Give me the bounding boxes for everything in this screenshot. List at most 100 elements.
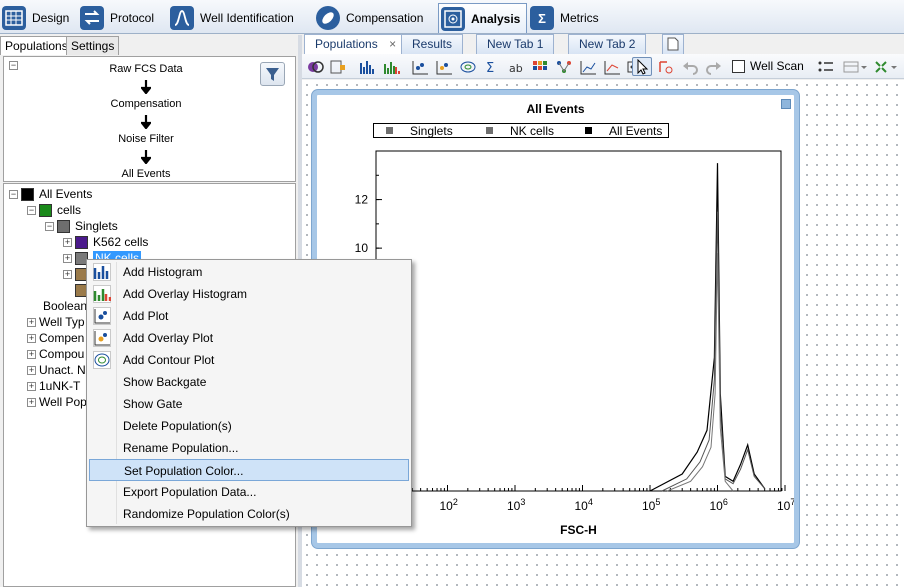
contour-plot-icon[interactable] (458, 57, 478, 76)
ribbon-tab-metrics[interactable]: Σ Metrics (528, 3, 605, 33)
tree-item-1unk-t[interactable]: + 1uNK-T (27, 378, 80, 394)
gate-grid-icon[interactable] (328, 57, 348, 76)
undo-icon[interactable] (680, 57, 700, 76)
tab-settings[interactable]: Settings (66, 36, 120, 55)
new-tab-button[interactable] (662, 34, 684, 54)
menu-item-label: Show Gate (123, 397, 183, 411)
tree-item-label: 1uNK-T (39, 379, 81, 393)
expand-icon[interactable]: + (63, 237, 72, 247)
doc-tab-new-tab-1[interactable]: New Tab 1 (476, 34, 555, 54)
menu-item-delete-population-s[interactable]: Delete Population(s) (89, 415, 409, 437)
expand-icon[interactable]: + (27, 397, 36, 407)
statistics-icon[interactable]: Σ (482, 57, 502, 76)
doc-tab-populations[interactable]: Populations × (304, 34, 408, 54)
gate-tool-icon[interactable] (656, 57, 676, 76)
well-scan-checkbox[interactable] (732, 60, 745, 73)
tree-item-well-pop[interactable]: + Well Pop (27, 394, 87, 410)
kinetics-icon[interactable] (602, 57, 622, 76)
tree-item-compound[interactable]: + Compou (27, 346, 84, 362)
doc-tab-new-tab-2[interactable]: New Tab 2 (568, 34, 647, 54)
tree-item-unact[interactable]: + Unact. N (27, 362, 86, 378)
flow-step-raw[interactable]: Raw FCS Data (86, 63, 206, 75)
layout-dropdown-icon[interactable] (842, 57, 868, 76)
ribbon-tab-well-identification[interactable]: Well Identification (168, 3, 300, 33)
menu-item-add-overlay-plot[interactable]: Add Overlay Plot (89, 327, 409, 349)
ribbon-tab-analysis[interactable]: Analysis (438, 3, 528, 33)
menu-item-export-population-data[interactable]: Export Population Data... (89, 481, 409, 503)
pipeline-panel: − Raw FCS Data Compensation Noise Filter… (3, 56, 296, 182)
menu-item-show-backgate[interactable]: Show Backgate (89, 371, 409, 393)
x-tick-label: 106 (710, 497, 728, 513)
collapse-icon[interactable]: − (27, 205, 36, 215)
left-panel-tabs: Populations Settings (0, 35, 300, 55)
tree-item-well-type[interactable]: + Well Typ (27, 314, 85, 330)
context-menu: Add Histogram Add Overlay Histogram Add Pl… (86, 259, 412, 527)
menu-item-rename-population[interactable]: Rename Population... (89, 437, 409, 459)
pointer-tool[interactable] (632, 57, 652, 76)
expand-icon[interactable]: + (27, 333, 36, 343)
close-icon[interactable]: × (389, 37, 396, 51)
ribbon-tab-design[interactable]: Design (0, 3, 75, 33)
heatmap-icon[interactable] (530, 57, 550, 76)
menu-item-add-plot[interactable]: Add Plot (89, 305, 409, 327)
tree-item-k562-cells[interactable]: + K562 cells (63, 234, 148, 250)
ribbon-tab-protocol[interactable]: Protocol (78, 3, 160, 33)
metrics-icon: Σ (530, 6, 554, 30)
tree-item-boolean[interactable]: Boolean (31, 298, 87, 314)
tab-populations[interactable]: Populations (0, 36, 73, 55)
tree-item-singlets[interactable]: − Singlets (45, 218, 118, 234)
flow-step-noise-filter[interactable]: Noise Filter (86, 133, 206, 145)
tree-item-label: Singlets (75, 219, 118, 233)
list-options-icon[interactable] (816, 57, 836, 76)
tree-item-label: Boolean (43, 299, 88, 313)
expand-icon[interactable]: + (63, 269, 72, 279)
collapse-icon[interactable]: − (9, 61, 18, 70)
expand-icon[interactable]: + (27, 349, 36, 359)
menu-item-add-contour-plot[interactable]: Add Contour Plot (89, 349, 409, 371)
menu-item-show-gate[interactable]: Show Gate (89, 393, 409, 415)
plot-area (375, 150, 782, 492)
flow-step-all-events[interactable]: All Events (86, 168, 206, 180)
collapse-icon[interactable]: − (45, 221, 54, 231)
overlay-gate-icon[interactable] (306, 57, 326, 76)
network-icon[interactable] (554, 57, 574, 76)
scatter-icon[interactable] (578, 57, 598, 76)
legend-label-all-events: All Events (609, 124, 663, 138)
expand-icon[interactable]: + (27, 317, 36, 327)
filter-button[interactable] (260, 62, 285, 86)
expand-all-icon[interactable] (872, 57, 898, 76)
menu-item-label: Add Plot (123, 309, 169, 323)
collapse-icon[interactable]: − (9, 189, 18, 199)
tree-item-cells[interactable]: − cells (27, 202, 81, 218)
tree-item-label: cells (57, 203, 82, 217)
tree-item-compensation[interactable]: + Compen (27, 330, 84, 346)
histogram-icon[interactable] (358, 57, 378, 76)
tree-item-label: Well Typ (39, 315, 85, 329)
flow-step-compensation[interactable]: Compensation (86, 98, 206, 110)
well-scan-label: Well Scan (750, 59, 804, 73)
overlay-histogram-icon[interactable] (382, 57, 402, 76)
expand-icon[interactable]: + (63, 253, 72, 263)
menu-item-randomize-population-color-s[interactable]: Randomize Population Color(s) (89, 503, 409, 525)
menu-item-set-population-color[interactable]: Set Population Color... (89, 459, 409, 481)
redo-icon[interactable] (704, 57, 724, 76)
ribbon-tab-compensation[interactable]: Compensation (314, 3, 429, 33)
doc-tab-label: Populations (315, 37, 378, 51)
filter-funnel-icon (266, 68, 279, 81)
histogram-icon (93, 263, 111, 281)
tree-item-all-events[interactable]: − All Events (9, 186, 92, 202)
plot-legend: Singlets NK cells All Events (373, 123, 669, 138)
menu-item-add-histogram[interactable]: Add Histogram (89, 261, 409, 283)
expand-icon[interactable]: + (27, 381, 36, 391)
well-identification-icon (170, 6, 194, 30)
legend-label-singlets: Singlets (410, 124, 453, 138)
overlay-plot-icon[interactable] (434, 57, 454, 76)
expand-icon[interactable]: + (27, 365, 36, 375)
doc-tab-results[interactable]: Results (401, 34, 464, 54)
dot-plot-icon[interactable] (410, 57, 430, 76)
design-icon (2, 6, 26, 30)
menu-item-label: Set Population Color... (124, 464, 244, 478)
menu-item-add-overlay-histogram[interactable]: Add Overlay Histogram (89, 283, 409, 305)
tree-item-label: Well Pop (39, 395, 87, 409)
text-icon[interactable]: ab (506, 57, 526, 76)
